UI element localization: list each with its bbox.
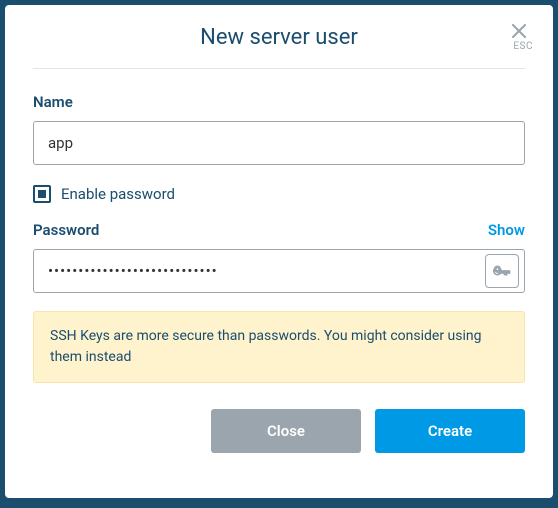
modal-header: New server user ESC — [33, 25, 525, 69]
checkbox-checked-icon — [38, 190, 46, 198]
name-input[interactable] — [33, 121, 525, 165]
new-server-user-modal: New server user ESC Name Enable password… — [5, 5, 553, 498]
password-input-wrap — [33, 249, 525, 293]
close-button[interactable]: Close — [211, 409, 361, 453]
enable-password-checkbox[interactable] — [33, 185, 51, 203]
modal-title: New server user — [33, 25, 525, 50]
esc-label: ESC — [513, 41, 533, 52]
password-label: Password — [33, 221, 99, 239]
close-icon[interactable] — [507, 19, 531, 43]
password-label-row: Password Show — [33, 221, 525, 239]
key-icon[interactable] — [485, 254, 519, 288]
create-button[interactable]: Create — [375, 409, 525, 453]
ssh-info-banner: SSH Keys are more secure than passwords.… — [33, 311, 525, 383]
show-password-link[interactable]: Show — [488, 221, 525, 239]
name-field-group: Name — [33, 93, 525, 165]
enable-password-row: Enable password — [33, 185, 525, 203]
enable-password-label[interactable]: Enable password — [61, 185, 175, 203]
modal-footer: Close Create — [33, 409, 525, 453]
password-input[interactable] — [33, 249, 525, 293]
name-label: Name — [33, 93, 525, 111]
